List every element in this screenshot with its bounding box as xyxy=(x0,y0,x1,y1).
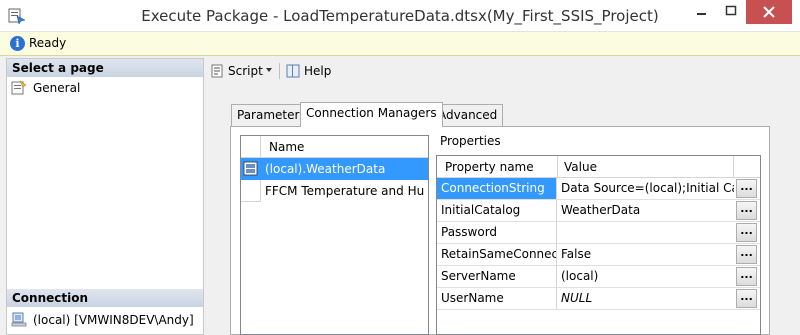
ellipsis-button[interactable]: ... xyxy=(736,289,757,308)
script-button[interactable]: Script xyxy=(210,62,263,82)
ellipsis-button[interactable]: ... xyxy=(736,245,757,264)
property-name[interactable]: RetainSameConnec... xyxy=(437,244,557,265)
row-selector-header xyxy=(241,136,261,158)
column-header-name[interactable]: Name xyxy=(269,140,304,154)
row-selector[interactable] xyxy=(241,180,261,202)
page-item-general[interactable]: General xyxy=(11,79,80,97)
maximize-button[interactable] xyxy=(716,0,746,24)
ellipsis-button[interactable]: ... xyxy=(736,223,757,242)
property-row[interactable]: InitialCatalog WeatherData ... xyxy=(437,200,760,222)
connection-info[interactable]: (local) [VMWIN8DEV\Andy] xyxy=(11,311,194,329)
property-value[interactable]: Data Source=(local);Initial Cat... xyxy=(558,178,734,199)
column-divider xyxy=(733,156,734,178)
properties-label: Properties xyxy=(440,134,501,148)
property-row[interactable]: ConnectionString Data Source=(local);Ini… xyxy=(437,178,760,200)
property-row[interactable]: Password ... xyxy=(437,222,760,244)
select-page-header: Select a page xyxy=(7,59,203,77)
column-header-value[interactable]: Value xyxy=(564,160,597,174)
minimize-icon xyxy=(697,13,706,15)
database-connection-icon xyxy=(243,161,258,176)
help-button[interactable]: Help xyxy=(286,62,331,82)
connection-header: Connection xyxy=(7,289,203,307)
ellipsis-button[interactable]: ... xyxy=(736,179,757,198)
close-button[interactable] xyxy=(746,0,792,24)
ellipsis-button[interactable]: ... xyxy=(736,201,757,220)
property-name[interactable]: Password xyxy=(437,222,557,243)
tab-connection-managers[interactable]: Connection Managers xyxy=(300,102,443,127)
property-value[interactable]: NULL xyxy=(558,288,734,309)
toolbar: Script Help xyxy=(206,58,800,84)
maximize-icon xyxy=(725,5,737,16)
list-header: Name xyxy=(241,136,428,158)
info-icon: i xyxy=(10,36,25,51)
list-item[interactable]: FFCM Temperature and Hu... xyxy=(241,180,428,202)
column-divider[interactable] xyxy=(557,156,558,178)
properties-grid[interactable]: Property name Value ConnectionString Dat… xyxy=(436,155,761,335)
property-value[interactable]: WeatherData xyxy=(558,200,734,221)
property-name[interactable]: UserName xyxy=(437,288,557,309)
property-name[interactable]: ServerName xyxy=(437,266,557,287)
status-text: Ready xyxy=(29,36,67,50)
property-name[interactable]: InitialCatalog xyxy=(437,200,557,221)
property-name[interactable]: ConnectionString xyxy=(437,178,557,199)
left-pane: Select a page General Connection (local)… xyxy=(6,58,204,335)
status-bar: i Ready xyxy=(0,32,800,56)
tab-advanced[interactable]: Advanced xyxy=(432,104,504,126)
connection-managers-list[interactable]: Name (local).WeatherData FFCM Temperatur… xyxy=(240,135,429,335)
title-bar[interactable]: Execute Package - LoadTemperatureData.dt… xyxy=(0,0,800,32)
connection-manager-name: (local).WeatherData xyxy=(265,162,386,176)
property-row[interactable]: ServerName (local) ... xyxy=(437,266,760,288)
property-value[interactable] xyxy=(558,222,734,243)
ellipsis-button[interactable]: ... xyxy=(736,267,757,286)
properties-header: Property name Value xyxy=(437,156,760,178)
connection-manager-name: FFCM Temperature and Hu... xyxy=(265,184,425,198)
chevron-down-icon[interactable] xyxy=(266,68,272,72)
row-selector[interactable] xyxy=(241,158,261,180)
property-value[interactable]: False xyxy=(558,244,734,265)
toolbar-separator xyxy=(279,63,280,79)
minimize-button[interactable] xyxy=(686,0,716,24)
window-title: Execute Package - LoadTemperatureData.dt… xyxy=(141,7,659,25)
list-item[interactable]: (local).WeatherData xyxy=(241,158,428,180)
close-icon xyxy=(763,6,775,18)
column-header-property-name[interactable]: Property name xyxy=(445,160,534,174)
property-value[interactable]: (local) xyxy=(558,266,734,287)
property-row[interactable]: RetainSameConnec... False ... xyxy=(437,244,760,266)
property-row[interactable]: UserName NULL ... xyxy=(437,288,760,310)
